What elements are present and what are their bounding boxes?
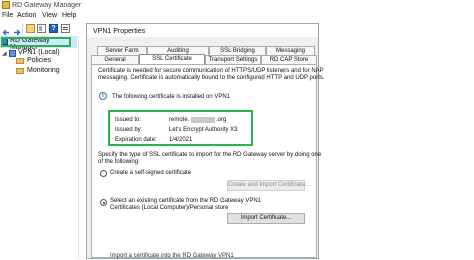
server-icon <box>9 50 16 57</box>
type-prompt-line-1: Specify the type of SSL certificate to i… <box>98 152 322 158</box>
folder-icon <box>16 58 24 64</box>
type-prompt-line-2: of the following: <box>98 159 140 165</box>
create-import-certificate-button[interactable]: Create and Import Certificate... <box>227 180 310 191</box>
tree-item-policies[interactable]: Policies <box>27 57 51 64</box>
radio-existing-certificate[interactable] <box>100 199 107 206</box>
description-line-2: messaging. Certificate is automatically … <box>98 75 325 81</box>
pane-divider <box>78 36 79 259</box>
description-line-1: Certificate is needed for secure communi… <box>98 68 324 74</box>
toolbar-divider <box>22 24 23 34</box>
folder-icon[interactable] <box>26 24 35 33</box>
tab-transport-settings[interactable]: Transport Settings <box>205 55 261 64</box>
properties-icon[interactable] <box>61 24 70 33</box>
option-existing-line-1[interactable]: Select an existing certificate from the … <box>110 198 261 205</box>
forward-icon[interactable] <box>12 24 21 36</box>
radio-self-signed[interactable] <box>100 170 107 177</box>
highlight-box-tree <box>1 37 71 47</box>
tree-server[interactable]: VPN1 (Local) <box>18 49 60 56</box>
app-icon <box>2 1 10 9</box>
option-existing-line-2[interactable]: Certificates (Local Computer)/Personal s… <box>110 205 228 212</box>
installed-note: The following certificate is installed o… <box>112 94 231 100</box>
tree-item-monitoring[interactable]: Monitoring <box>27 67 60 74</box>
menu-bar: File Action View Help <box>0 11 474 22</box>
menu-help[interactable]: Help <box>62 12 76 19</box>
collapse-icon[interactable]: ◢ <box>2 50 7 57</box>
console-tree: RD Gateway Manager ◢ VPN1 (Local) Polici… <box>0 36 77 259</box>
console-tree-icon[interactable] <box>37 24 46 33</box>
folder-icon <box>16 68 24 74</box>
properties-dialog: VPN1 Properties Server Farm Auditing SSL… <box>86 23 325 259</box>
back-icon[interactable] <box>2 24 11 36</box>
tab-general[interactable]: General <box>91 55 139 64</box>
title-bar: RD Gateway Manager <box>0 0 474 11</box>
tab-ssl-bridging[interactable]: SSL Bridging <box>209 46 266 55</box>
menu-action[interactable]: Action <box>17 12 36 19</box>
import-certificate-button[interactable]: Import Certificate... <box>227 213 305 224</box>
menu-view[interactable]: View <box>42 12 57 19</box>
tab-messaging[interactable]: Messaging <box>266 46 315 55</box>
dialog-title: VPN1 Properties <box>93 28 146 35</box>
window-title: RD Gateway Manager <box>12 2 82 9</box>
option-self-signed-label[interactable]: Create a self-signed certificate <box>110 169 191 178</box>
tab-rd-cap-store[interactable]: RD CAP Store <box>261 55 317 64</box>
menu-file[interactable]: File <box>2 12 13 19</box>
help-icon[interactable]: ? <box>49 24 58 33</box>
highlight-box-cert <box>108 110 253 146</box>
info-icon: i <box>99 92 107 100</box>
